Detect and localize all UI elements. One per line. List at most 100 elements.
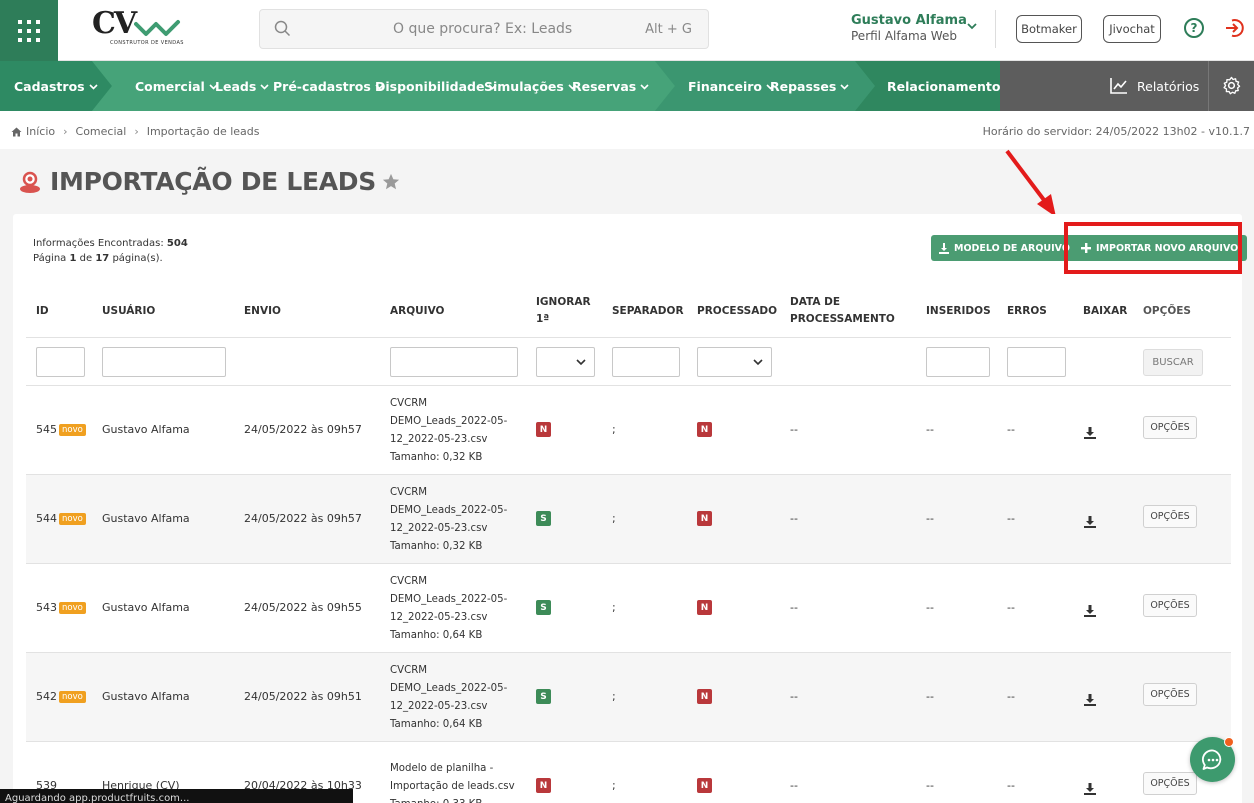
breadcrumb-bar: Início › Comecial › Importação de leads …	[0, 111, 1254, 149]
download-file-button[interactable]	[1084, 513, 1096, 532]
annotation-arrow-icon	[1005, 149, 1056, 217]
options-button[interactable]: OPÇÕES	[1143, 683, 1197, 706]
row-id: 542	[36, 690, 57, 703]
column-header-user[interactable]: USUÁRIO	[102, 303, 155, 320]
download-file-button[interactable]	[1084, 780, 1096, 799]
options-button[interactable]: OPÇÕES	[1143, 594, 1197, 617]
header-line: DATA DE	[790, 296, 841, 308]
column-header-processing-date[interactable]: DATA DE PROCESSAMENTO	[790, 294, 895, 328]
download-icon	[1084, 605, 1096, 617]
column-header-id[interactable]: ID	[36, 303, 49, 320]
options-button[interactable]: OPÇÕES	[1143, 416, 1197, 439]
search-button[interactable]: BUSCAR	[1143, 349, 1203, 376]
cell-id: 545 novo	[36, 423, 86, 436]
column-header-inserted[interactable]: INSERIDOS	[926, 303, 991, 320]
cell-user: Gustavo Alfama	[102, 601, 190, 614]
breadcrumb-item[interactable]: Comecial	[76, 125, 127, 138]
ignore-first-badge: N	[536, 422, 551, 437]
cell-inserted: --	[926, 423, 934, 436]
ignore-first-badge: N	[536, 778, 551, 793]
file-line: CVCRM	[390, 665, 428, 676]
cell-inserted: --	[926, 779, 934, 792]
download-icon	[1084, 427, 1096, 439]
cell-sent: 24/05/2022 às 09h55	[244, 601, 362, 614]
divider	[26, 337, 1231, 338]
chevron-down-icon	[967, 23, 977, 30]
search-icon	[274, 20, 291, 37]
nav-item-reservas[interactable]: Reservas	[572, 79, 649, 94]
nav-item-disponibilidade[interactable]: Disponibilidade	[375, 79, 498, 94]
chevron-down-icon	[260, 84, 269, 90]
options-button[interactable]: OPÇÕES	[1143, 505, 1197, 528]
column-header-separator[interactable]: SEPARADOR	[612, 303, 684, 320]
download-model-button[interactable]: MODELO DE ARQUIVO	[931, 235, 1078, 261]
page-title: IMPORTAÇÃO DE LEADS	[50, 167, 376, 196]
cell-sent: 24/05/2022 às 09h57	[244, 423, 362, 436]
column-header-options: OPÇÕES	[1143, 305, 1191, 317]
chevron-right-icon: ›	[63, 125, 68, 138]
nav-item-simulacoes[interactable]: Simulações	[484, 79, 577, 94]
cell-inserted: --	[926, 512, 934, 525]
new-badge: novo	[59, 691, 86, 703]
chat-widget-button[interactable]	[1190, 737, 1235, 782]
filter-id-input[interactable]	[36, 347, 85, 377]
header-line: IGNORAR	[536, 296, 591, 308]
chevron-down-icon	[840, 84, 849, 90]
gear-icon[interactable]	[1222, 76, 1241, 95]
column-header-ignore-first[interactable]: IGNORAR 1ª	[536, 294, 591, 328]
nav-item-comercial[interactable]: Comercial	[135, 79, 218, 94]
browser-status-bar: Aguardando app.productfruits.com...	[0, 789, 353, 803]
filter-errors-input[interactable]	[1007, 347, 1066, 377]
filter-separator-input[interactable]	[612, 347, 680, 377]
jivochat-button[interactable]: Jivochat	[1103, 15, 1161, 43]
botmaker-button[interactable]: Botmaker	[1016, 15, 1082, 43]
chevron-down-icon	[640, 84, 649, 90]
ignore-first-badge: S	[536, 689, 551, 704]
favorite-star-icon[interactable]	[382, 173, 400, 191]
apps-menu-button[interactable]	[0, 0, 58, 61]
download-file-button[interactable]	[1084, 602, 1096, 621]
cell-processing-date: --	[790, 601, 798, 614]
nav-item-pre-cadastros[interactable]: Pré-cadastros	[273, 79, 384, 94]
column-header-errors[interactable]: ERROS	[1007, 303, 1047, 320]
filter-ignore-select[interactable]	[536, 347, 595, 377]
options-button[interactable]: OPÇÕES	[1143, 772, 1197, 795]
download-file-button[interactable]	[1084, 691, 1096, 710]
results-info: Informações Encontradas: 504 Página 1 de…	[33, 236, 188, 266]
cell-separator: ;	[612, 779, 616, 792]
help-icon[interactable]: ?	[1184, 18, 1204, 38]
nav-item-financeiro[interactable]: Financeiro	[688, 79, 775, 94]
logout-icon[interactable]	[1224, 17, 1246, 39]
file-line: DEMO_Leads_2022-05-	[390, 505, 508, 516]
cell-errors: --	[1007, 601, 1015, 614]
nav-item-repasses[interactable]: Repasses	[770, 79, 849, 94]
reports-link[interactable]: Relatórios	[1137, 79, 1199, 94]
filter-inserted-input[interactable]	[926, 347, 990, 377]
company-logo[interactable]: CV CONSTRUTOR DE VENDAS	[92, 6, 184, 50]
nav-item-cadastros[interactable]: Cadastros	[14, 79, 98, 94]
reports-section: Relatórios	[1000, 61, 1254, 111]
nav-item-leads[interactable]: Leads	[215, 79, 269, 94]
cell-processing-date: --	[790, 512, 798, 525]
new-badge: novo	[59, 424, 86, 436]
file-line: CVCRM	[390, 398, 428, 409]
nav-item-relacionamento[interactable]: Relacionamento	[887, 79, 1013, 94]
cell-inserted: --	[926, 601, 934, 614]
user-menu[interactable]: Gustavo Alfama Perfil Alfama Web	[851, 13, 977, 43]
cell-file: CVCRM DEMO_Leads_2022-05- 12_2022-05-23.cs…	[390, 395, 507, 467]
cell-file: CVCRM DEMO_Leads_2022-05- 12_2022-05-23.cs…	[390, 662, 507, 734]
column-header-processed[interactable]: PROCESSADO	[697, 303, 777, 320]
cell-errors: --	[1007, 423, 1015, 436]
filter-processed-select[interactable]	[697, 347, 772, 377]
filter-user-input[interactable]	[102, 347, 226, 377]
cell-processing-date: --	[790, 690, 798, 703]
column-header-sent[interactable]: ENVIO	[244, 303, 281, 320]
chevron-down-icon	[89, 84, 98, 90]
search-input[interactable]: O que procura? Ex: Leads Alt + G	[259, 9, 709, 49]
cell-separator: ;	[612, 690, 616, 703]
download-file-button[interactable]	[1084, 424, 1096, 443]
column-header-file[interactable]: ARQUIVO	[390, 303, 444, 320]
breadcrumb-home[interactable]: Início	[11, 125, 55, 138]
cell-user: Gustavo Alfama	[102, 423, 190, 436]
filter-file-input[interactable]	[390, 347, 518, 377]
